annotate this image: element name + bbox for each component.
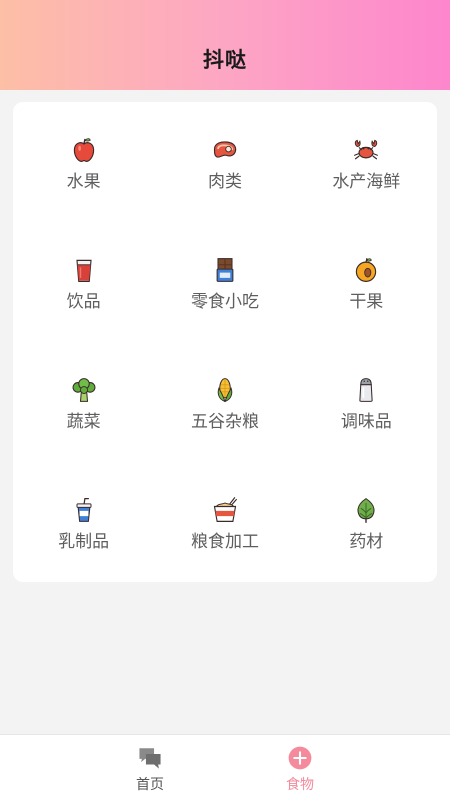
broccoli-icon: [72, 378, 96, 402]
category-grains[interactable]: 五谷杂粮: [154, 342, 295, 462]
salt-shaker-icon: [359, 378, 373, 402]
category-dried-fruit[interactable]: 干果: [296, 222, 437, 342]
category-label: 水产海鲜: [332, 172, 401, 192]
yogurt-icon: [76, 498, 92, 522]
chat-bubbles-icon: [139, 748, 161, 769]
plus-circle-icon: [288, 746, 312, 770]
category-label: 干果: [349, 292, 384, 312]
category-label: 蔬菜: [66, 412, 101, 432]
tab-food[interactable]: 食物: [225, 735, 375, 800]
corn-icon: [217, 378, 233, 403]
category-seafood[interactable]: 水产海鲜: [296, 102, 437, 222]
category-vegetables[interactable]: 蔬菜: [13, 342, 154, 462]
category-label: 五谷杂粮: [190, 412, 259, 432]
category-label: 饮品: [66, 292, 101, 312]
category-snacks[interactable]: 零食小吃: [154, 222, 295, 342]
category-grid: 水果 肉类 水产海鲜 饮品 零食小吃 干果 蔬菜 五谷杂粮 调味品 乳制品 粮食…: [13, 102, 437, 582]
bottom-tab-bar: 首页 食物: [0, 734, 450, 800]
category-condiments[interactable]: 调味品: [296, 342, 437, 462]
category-label: 调味品: [340, 412, 392, 432]
tab-label: 首页: [136, 777, 164, 793]
page-title: 抖哒: [203, 48, 247, 72]
category-meat[interactable]: 肉类: [154, 102, 295, 222]
category-label: 肉类: [207, 172, 242, 192]
apple-icon: [73, 138, 94, 162]
noodle-bowl-icon: [213, 497, 237, 522]
category-dairy[interactable]: 乳制品: [13, 462, 154, 582]
juice-icon: [76, 259, 92, 282]
category-label: 粮食加工: [190, 532, 259, 552]
category-card: 水果 肉类 水产海鲜 饮品 零食小吃 干果 蔬菜 五谷杂粮 调味品 乳制品 粮食…: [13, 102, 437, 582]
category-label: 药材: [349, 532, 384, 552]
crab-icon: [354, 139, 379, 160]
app-header: 抖哒: [0, 0, 450, 90]
artichoke-icon: [357, 497, 375, 523]
category-label: 水果: [66, 172, 101, 192]
category-label: 乳制品: [58, 532, 110, 552]
apricot-icon: [356, 258, 377, 282]
category-label: 零食小吃: [190, 292, 259, 312]
category-processed-grains[interactable]: 粮食加工: [154, 462, 295, 582]
tab-home[interactable]: 首页: [75, 735, 225, 800]
chocolate-icon: [216, 258, 234, 282]
category-drinks[interactable]: 饮品: [13, 222, 154, 342]
category-medicinal[interactable]: 药材: [296, 462, 437, 582]
tab-label: 食物: [286, 777, 314, 793]
category-fruit[interactable]: 水果: [13, 102, 154, 222]
steak-icon: [213, 141, 237, 158]
